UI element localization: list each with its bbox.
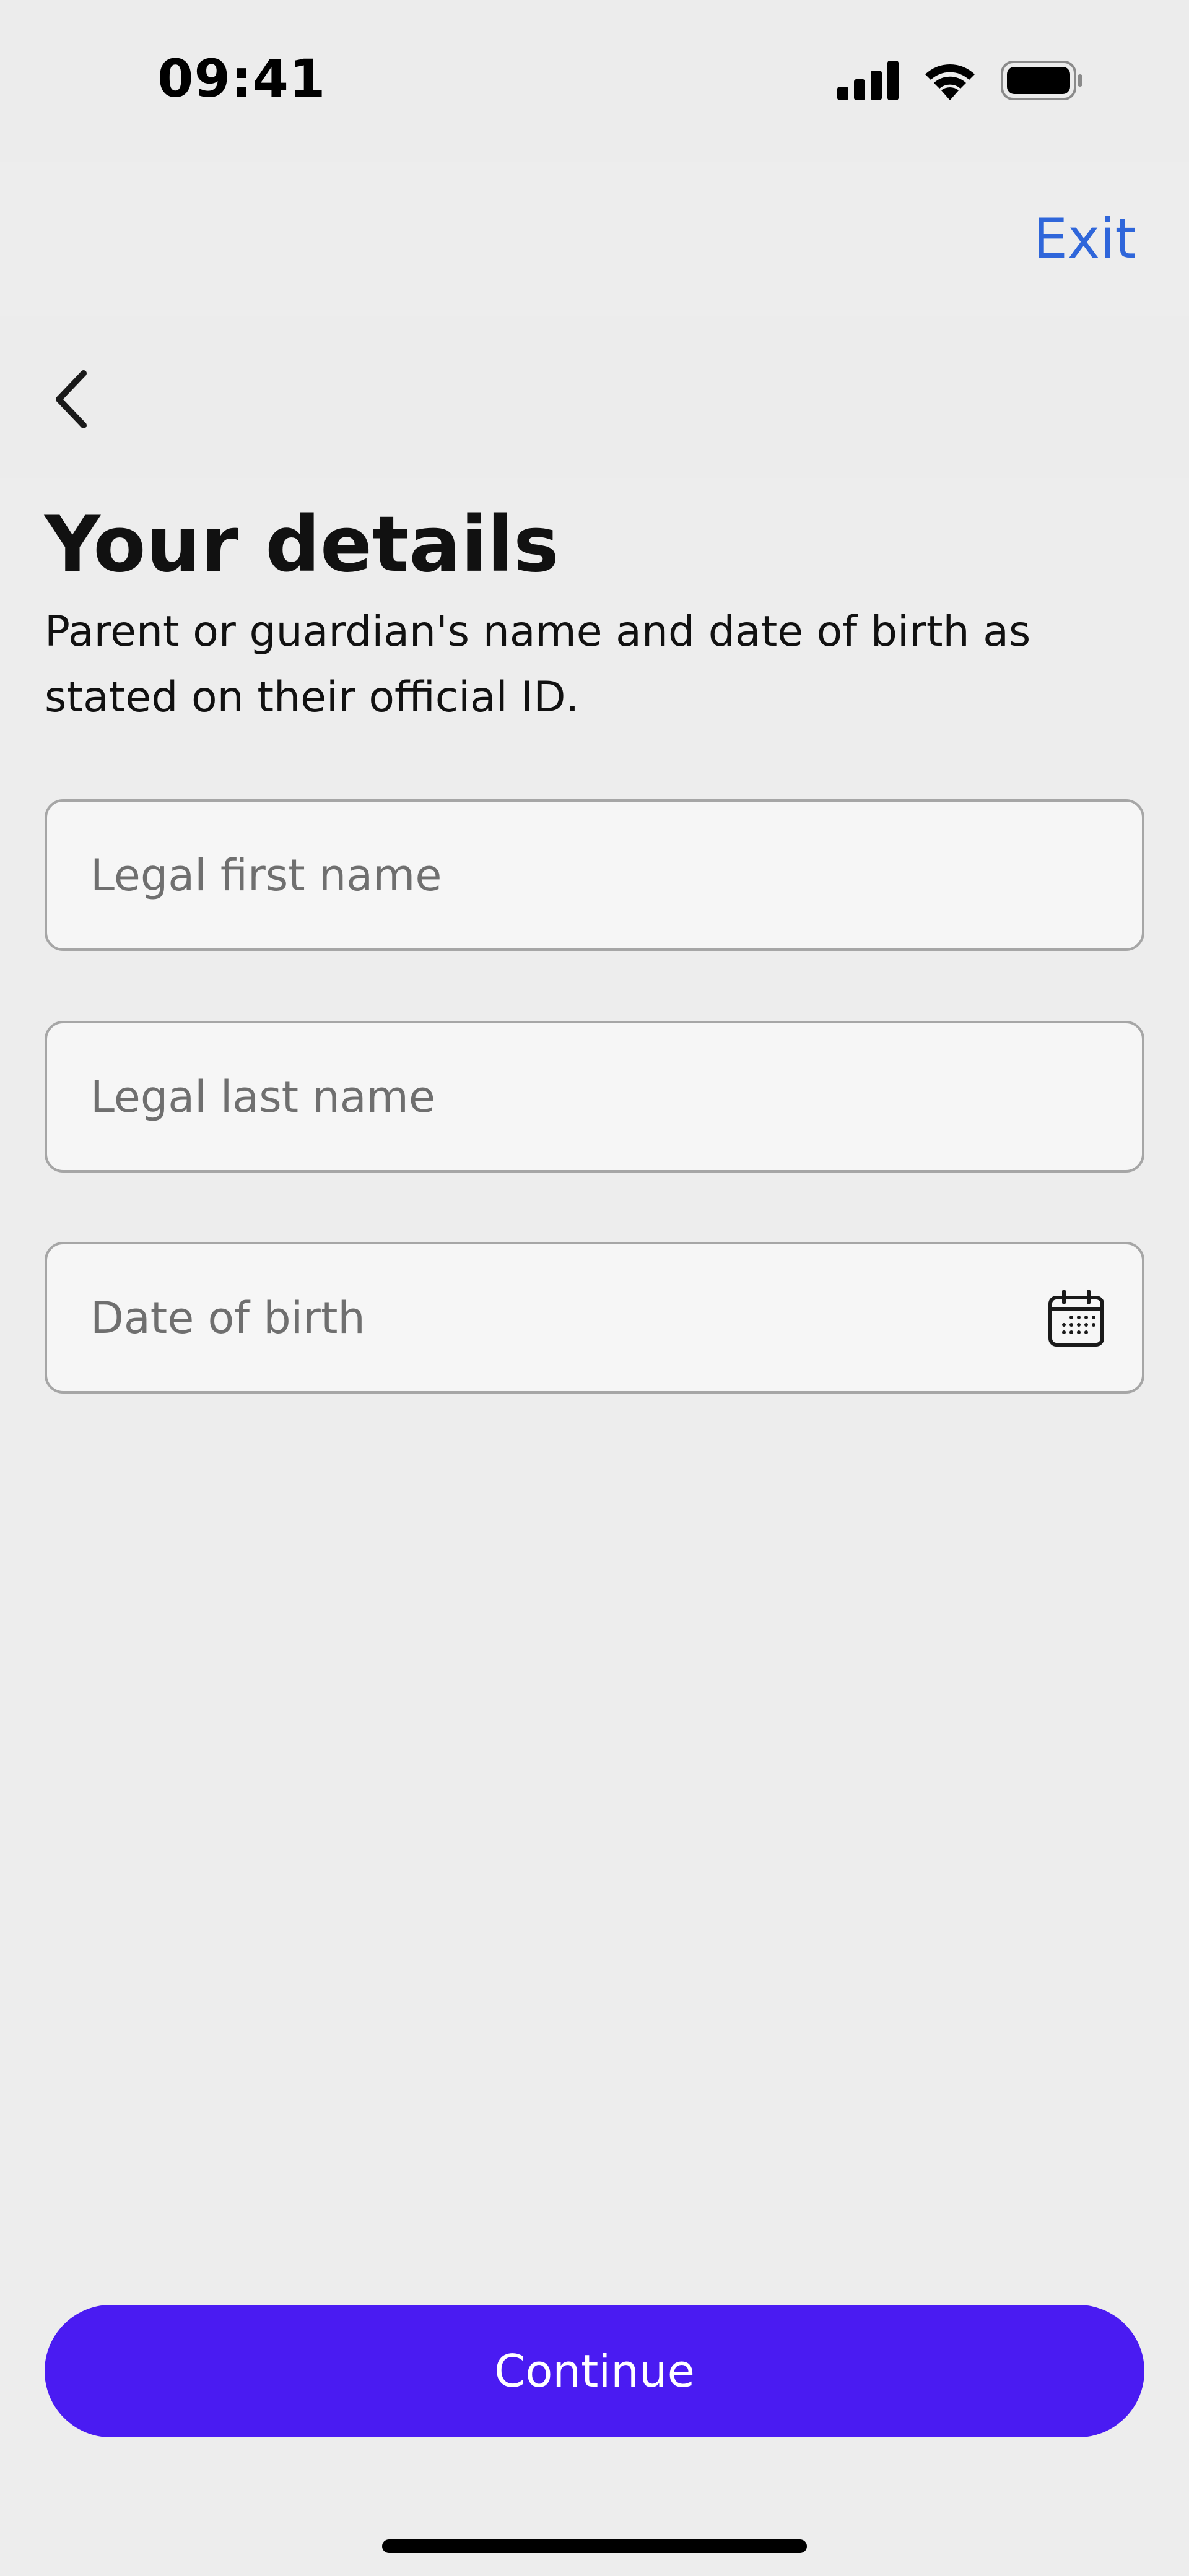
- cellular-signal-icon: [837, 61, 899, 100]
- status-time: 09:41: [157, 48, 326, 109]
- page-title: Your details: [45, 500, 559, 589]
- home-indicator: [382, 2539, 807, 2553]
- calendar-icon[interactable]: [1047, 1289, 1106, 1348]
- back-navigation: [0, 316, 1189, 478]
- first-name-input[interactable]: [47, 802, 1142, 948]
- page-subtitle: Parent or guardian's name and date of bi…: [45, 607, 1031, 722]
- continue-button[interactable]: Continue: [45, 2305, 1144, 2437]
- top-navigation: Exit: [0, 162, 1189, 316]
- first-name-field[interactable]: [45, 799, 1144, 951]
- date-of-birth-field[interactable]: [45, 1242, 1144, 1394]
- wifi-icon: [925, 64, 975, 100]
- date-of-birth-input[interactable]: [47, 1244, 1142, 1391]
- details-content: Your details Parent or guardian's name a…: [45, 478, 1144, 730]
- chevron-left-icon: [56, 370, 87, 428]
- battery-icon: [1001, 61, 1082, 100]
- status-icons: [837, 59, 1084, 100]
- last-name-field[interactable]: [45, 1021, 1144, 1173]
- exit-button[interactable]: Exit: [1033, 207, 1136, 271]
- back-button[interactable]: [37, 359, 105, 440]
- status-bar: 09:41: [0, 0, 1189, 162]
- last-name-input[interactable]: [47, 1023, 1142, 1170]
